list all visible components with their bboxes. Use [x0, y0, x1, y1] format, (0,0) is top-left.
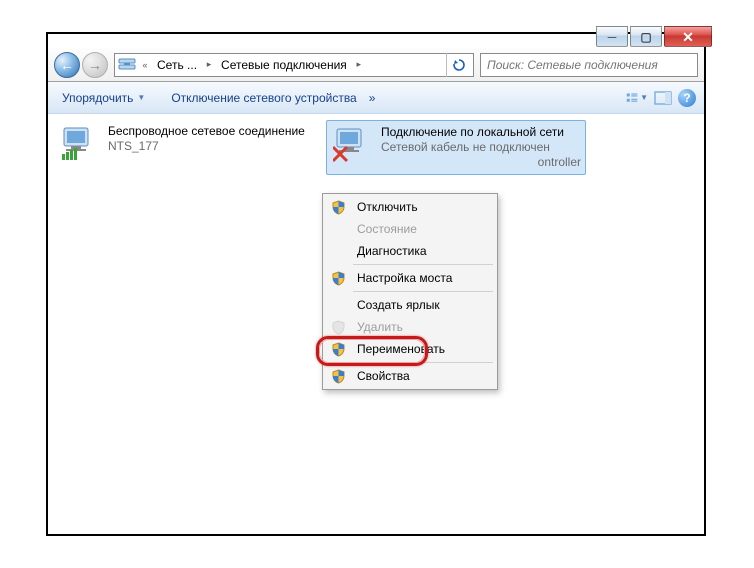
disable-device-label: Отключение сетевого устройства	[171, 91, 356, 105]
toolbar-more[interactable]: »	[363, 89, 382, 107]
menu-bridge[interactable]: Настройка моста	[325, 267, 495, 289]
menu-properties-label: Свойства	[351, 369, 410, 383]
address-bar[interactable]: « Сеть ... ▸ Сетевые подключения ▸	[114, 53, 474, 77]
shield-icon	[325, 369, 351, 384]
history-dropdown-icon[interactable]: «	[140, 60, 150, 70]
back-button[interactable]: ←	[54, 52, 80, 78]
menu-separator	[353, 291, 493, 292]
breadcrumb-connections[interactable]: Сетевые подключения	[218, 57, 350, 73]
connection-wireless[interactable]: Беспроводное сетевое соединение NTS_177	[54, 120, 314, 168]
breadcrumb-network[interactable]: Сеть ...	[154, 57, 200, 73]
menu-disable-label: Отключить	[351, 200, 418, 214]
navigation-bar: ← → « Сеть ... ▸ Сетевые подключения ▸	[48, 48, 704, 82]
connection-status: Сетевой кабель не подключен	[381, 140, 581, 155]
forward-button[interactable]: →	[82, 52, 108, 78]
shield-icon	[325, 342, 351, 357]
organize-label: Упорядочить	[62, 91, 133, 105]
chevron-right-icon[interactable]: ▸	[354, 59, 364, 70]
preview-pane-button[interactable]	[652, 87, 674, 109]
close-button[interactable]: ✕	[664, 26, 712, 47]
connection-status: NTS_177	[108, 139, 305, 154]
dropdown-arrow-icon: ▼	[137, 93, 145, 102]
minimize-button[interactable]: ─	[596, 26, 628, 47]
minimize-icon: ─	[608, 31, 617, 43]
dropdown-arrow-icon: ▼	[640, 93, 648, 102]
menu-diag-label: Диагностика	[351, 244, 427, 258]
lan-adapter-icon	[331, 125, 375, 165]
organize-menu[interactable]: Упорядочить ▼	[56, 89, 151, 107]
connection-adapter: ontroller	[381, 155, 581, 170]
disable-device-button[interactable]: Отключение сетевого устройства	[165, 89, 362, 107]
menu-delete: Удалить	[325, 316, 495, 338]
menu-rename[interactable]: Переименовать	[325, 338, 495, 360]
shield-icon	[325, 271, 351, 286]
search-input[interactable]	[485, 57, 693, 73]
menu-separator	[353, 264, 493, 265]
chevron-right-icon[interactable]: ▸	[204, 59, 214, 70]
maximize-button[interactable]: ▢	[630, 26, 662, 47]
menu-create-shortcut[interactable]: Создать ярлык	[325, 294, 495, 316]
network-folder-icon	[118, 56, 136, 74]
close-icon: ✕	[682, 30, 694, 44]
shield-icon	[325, 200, 351, 215]
wireless-adapter-icon	[58, 124, 102, 164]
forward-arrow-icon: →	[88, 58, 102, 72]
shield-icon	[325, 320, 351, 335]
menu-separator	[353, 362, 493, 363]
search-box[interactable]	[480, 53, 698, 77]
menu-diagnostics[interactable]: Диагностика	[325, 240, 495, 262]
maximize-icon: ▢	[640, 31, 651, 43]
refresh-button[interactable]	[446, 53, 470, 77]
menu-disable[interactable]: Отключить	[325, 196, 495, 218]
connection-name: Беспроводное сетевое соединение	[108, 124, 305, 139]
connection-lan[interactable]: Подключение по локальной сети Сетевой ка…	[326, 120, 586, 175]
connection-name: Подключение по локальной сети	[381, 125, 581, 140]
back-arrow-icon: ←	[60, 58, 74, 72]
help-button[interactable]: ?	[678, 89, 696, 107]
menu-shortcut-label: Создать ярлык	[351, 298, 440, 312]
context-menu: Отключить Состояние Диагностика Настройк…	[322, 193, 498, 390]
menu-status-label: Состояние	[351, 222, 417, 236]
view-options-button[interactable]: ▼	[626, 87, 648, 109]
menu-bridge-label: Настройка моста	[351, 271, 452, 285]
menu-status: Состояние	[325, 218, 495, 240]
toolbar: Упорядочить ▼ Отключение сетевого устрой…	[48, 82, 704, 114]
menu-rename-label: Переименовать	[351, 342, 445, 356]
menu-properties[interactable]: Свойства	[325, 365, 495, 387]
menu-delete-label: Удалить	[351, 320, 403, 334]
